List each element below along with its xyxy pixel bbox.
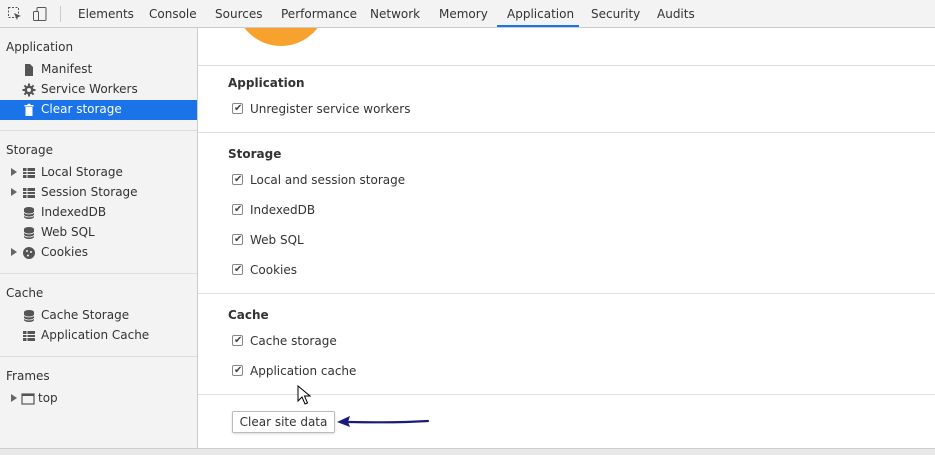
active-tab-indicator [497,25,579,27]
check-icon: ✔ [234,264,243,275]
checkbox[interactable]: ✔ [232,335,243,346]
check-icon: ✔ [234,335,243,346]
checkbox[interactable]: ✔ [232,234,243,245]
annotation-arrow-icon [337,416,430,427]
clear-site-data-button[interactable]: Clear site data [232,411,335,433]
toolbar-separator [60,6,61,22]
option-label: IndexedDB [250,203,316,217]
sidebar-divider [0,130,197,131]
option-label: Application cache [250,364,357,378]
trash-icon [24,103,34,116]
grid-icon [23,168,35,178]
sidebar-item-application-cache[interactable]: Application Cache [0,326,197,346]
sidebar-item-label: Manifest [41,62,93,76]
sidebar-item-label: Clear storage [41,102,122,116]
expand-arrow-icon[interactable] [11,188,17,196]
sidebar-item-label: Cookies [41,245,88,259]
tab-audits[interactable]: Audits [657,0,695,28]
database-icon [23,310,35,322]
check-icon: ✔ [234,204,243,215]
database-icon [23,207,35,219]
tab-memory[interactable]: Memory [439,0,488,28]
sidebar-section-cache: Cache [6,286,44,300]
tab-security[interactable]: Security [591,0,640,28]
section-divider [198,132,935,133]
sidebar-item-indexeddb[interactable]: IndexedDB [0,203,197,223]
sidebar-item-clear-storage[interactable]: Clear storage [0,100,197,120]
sidebar-item-label: top [38,391,58,405]
sidebar-item-label: Session Storage [41,185,138,199]
section-divider [198,293,935,294]
tab-elements[interactable]: Elements [78,0,134,28]
option-label: Cache storage [250,334,337,348]
usage-pie-chart [235,28,327,46]
sidebar-item-label: IndexedDB [41,205,107,219]
grid-icon [23,188,35,198]
option-label: Unregister service workers [250,102,411,116]
sidebar-divider [0,273,197,274]
gear-icon [22,83,36,97]
check-icon: ✔ [234,234,243,245]
sidebar-section-frames: Frames [6,369,50,383]
expand-arrow-icon[interactable] [11,248,17,256]
tab-performance[interactable]: Performance [281,0,357,28]
tab-sources[interactable]: Sources [215,0,262,28]
option-label: Local and session storage [250,173,406,187]
sidebar-item-service-workers[interactable]: Service Workers [0,80,197,100]
option-label: Cookies [250,263,297,277]
sidebar-item-label: Web SQL [41,225,95,239]
sidebar-divider [0,356,197,357]
sidebar-item-manifest[interactable]: Manifest [0,60,197,80]
sidebar-item-frame-top[interactable]: top [0,389,197,409]
cookie-icon [23,247,35,259]
sidebar-item-local-storage[interactable]: Local Storage [0,163,197,183]
sidebar-item-label: Cache Storage [41,308,130,322]
check-icon: ✔ [234,103,243,114]
sidebar-item-label: Application Cache [41,328,150,342]
group-title-storage: Storage [228,147,282,161]
sidebar-item-label: Local Storage [41,165,123,179]
group-title-cache: Cache [228,308,269,322]
check-icon: ✔ [234,365,243,376]
mouse-cursor-icon [297,385,311,405]
checkbox[interactable]: ✔ [232,264,243,275]
sidebar-item-cache-storage[interactable]: Cache Storage [0,306,197,326]
sidebar-section-application: Application [6,40,74,54]
file-icon [25,64,33,76]
tab-application[interactable]: Application [507,0,574,28]
sidebar-item-label: Service Workers [41,82,138,96]
sidebar-item-web-sql[interactable]: Web SQL [0,223,197,243]
grid-icon [23,331,35,341]
sidebar-item-cookies[interactable]: Cookies [0,243,197,263]
checkbox[interactable]: ✔ [232,365,243,376]
sidebar-item-session-storage[interactable]: Session Storage [0,183,197,203]
database-icon [23,227,35,239]
expand-arrow-icon[interactable] [11,168,17,176]
bottom-status-bar [0,448,935,455]
checkbox[interactable]: ✔ [232,103,243,114]
sidebar-section-storage: Storage [6,143,53,157]
check-icon: ✔ [234,174,243,185]
inspect-element-icon[interactable] [7,6,23,22]
tab-network[interactable]: Network [370,0,420,28]
sidebar: Application Manifest Service Workers Cle… [0,28,198,455]
group-title-application: Application [228,76,305,90]
section-divider [198,65,935,66]
devtools-toolbar: Elements Console Sources Performance Net… [0,0,935,28]
checkbox[interactable]: ✔ [232,204,243,215]
device-toolbar-icon[interactable] [32,6,48,22]
frame-icon [21,393,35,405]
tab-console[interactable]: Console [149,0,197,28]
option-label: Web SQL [250,233,304,247]
expand-arrow-icon[interactable] [11,394,17,402]
checkbox[interactable]: ✔ [232,174,243,185]
